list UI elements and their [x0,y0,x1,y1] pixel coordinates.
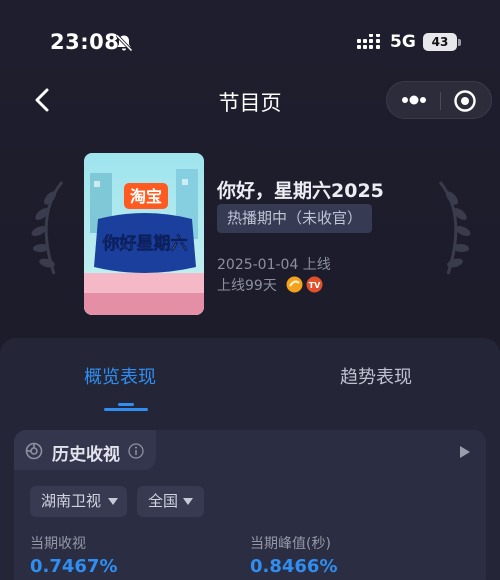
chevron-down-icon [183,498,193,505]
chevron-down-icon [108,498,118,505]
info-icon[interactable] [128,443,144,459]
signal-icon [357,34,380,49]
current-rating-label: 当期收视 [30,536,86,552]
close-circle-icon[interactable] [452,88,478,114]
status-bar: 23:08 5G 43 [0,0,500,90]
premiere-date: 2025-01-04 上线 [217,257,331,273]
status-badge: 热播期中（未收官） [217,204,373,233]
tab-trend[interactable]: 趋势表现 [340,363,412,389]
bell-muted-icon [115,34,133,52]
region-filter[interactable]: 全国 [137,486,204,517]
mini-program-capsule [386,81,492,119]
laurel-left-icon [31,181,64,275]
mango-tv-icon [286,276,303,293]
peak-rating-value: 0.8466% [250,556,338,577]
days-online: 上线99天 [217,278,277,294]
hunan-tv-icon: TV [306,276,323,293]
more-dots-icon[interactable] [397,88,431,112]
show-poster[interactable]: 淘宝 你好星期六 [84,153,204,315]
program-page: 23:08 5G 43 节目页 淘宝 你好星期六 你好，星期六2025 热播期中… [0,0,500,580]
tab-indicator [104,408,148,411]
tab-indicator-top [118,403,134,406]
battery-icon: 43 [423,33,457,51]
peak-rating-label: 当期峰值(秒) [250,536,331,552]
card-title: 历史收视 [52,445,120,465]
region-filter-label: 全国 [148,492,179,510]
battery-tip [458,39,461,46]
status-time: 23:08 [50,30,120,54]
network-type: 5G [390,32,416,52]
laurel-right-icon [438,181,471,275]
channel-filter-label: 湖南卫视 [41,492,102,510]
current-rating-value: 0.7467% [30,556,118,577]
poster-title: 你好星期六 [102,233,188,254]
tab-overview[interactable]: 概览表现 [84,363,156,389]
channel-filter[interactable]: 湖南卫视 [30,486,127,517]
history-icon [25,442,43,460]
show-name: 你好，星期六2025 [217,180,384,202]
svg-text:TV: TV [309,281,321,290]
capsule-divider [440,92,441,110]
play-arrow-icon[interactable] [460,446,470,458]
poster-brand: 淘宝 [130,187,162,206]
